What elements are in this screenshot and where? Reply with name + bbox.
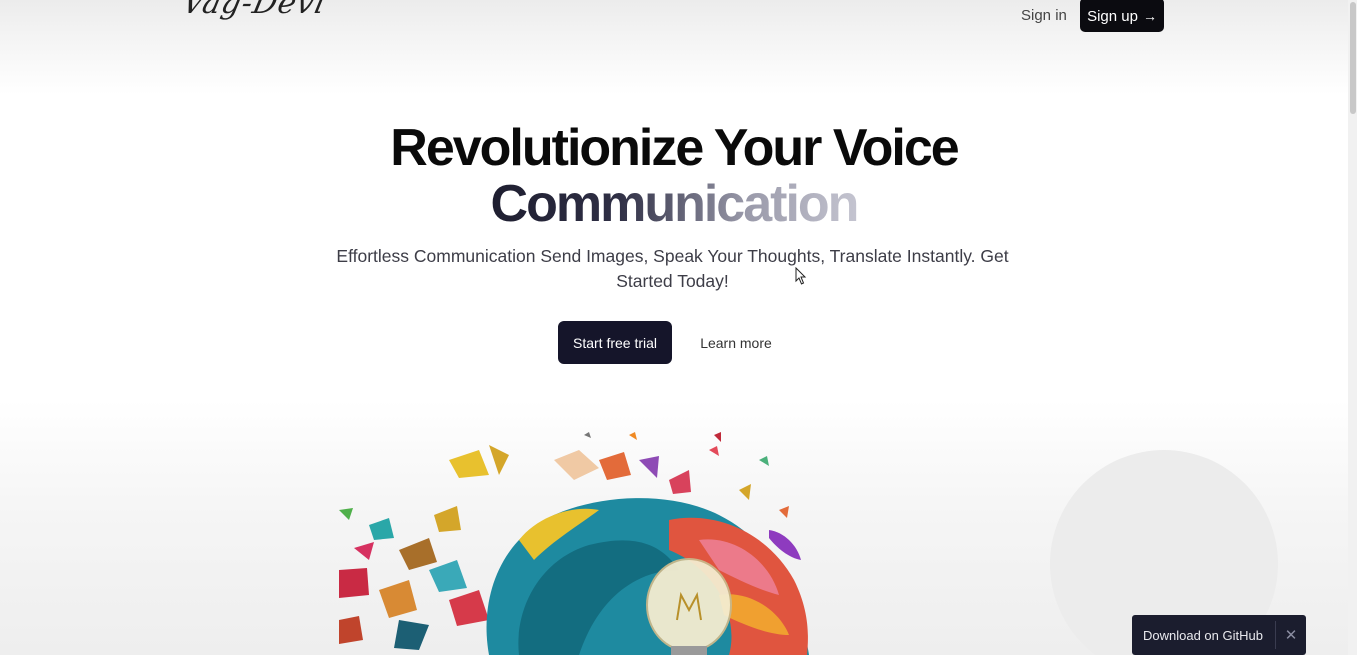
- fragment: [599, 452, 631, 480]
- fragment: [339, 508, 353, 520]
- fragment: [394, 620, 429, 650]
- fragment: [369, 518, 394, 540]
- sign-up-label: Sign up: [1087, 7, 1138, 25]
- mouse-cursor-icon: [795, 267, 807, 285]
- arrow-right-icon: →: [1142, 8, 1157, 24]
- start-free-trial-button[interactable]: Start free trial: [558, 321, 672, 364]
- landing-page: Vag-Devi Sign in Sign up → Revolutionize…: [0, 0, 1357, 655]
- hero-headline-gradient-word: Communication: [490, 175, 860, 233]
- fragment: [449, 450, 489, 478]
- fragment: [739, 484, 751, 500]
- fragment: [639, 456, 659, 478]
- hero-headline-highlight: Communication: [0, 176, 1348, 232]
- fragment: [629, 432, 637, 440]
- download-github-link[interactable]: Download on GitHub: [1132, 628, 1275, 643]
- fragment: [399, 538, 437, 570]
- fragment: [554, 450, 599, 480]
- fragment: [449, 590, 489, 626]
- fragment: [339, 568, 369, 598]
- close-icon[interactable]: ✕: [1276, 626, 1306, 644]
- hero-illustration: [339, 432, 809, 655]
- site-logo[interactable]: Vag-Devi: [179, 0, 329, 21]
- sign-in-link[interactable]: Sign in: [1021, 6, 1067, 26]
- fragment: [759, 456, 769, 466]
- fragment: [709, 446, 719, 456]
- learn-more-link[interactable]: Learn more: [688, 321, 784, 364]
- fragment: [354, 542, 374, 560]
- fragment: [379, 580, 417, 618]
- fragment: [714, 432, 721, 442]
- github-download-toast: Download on GitHub ✕: [1132, 615, 1306, 655]
- fragment: [779, 506, 789, 518]
- fragment: [434, 506, 461, 532]
- sign-up-button[interactable]: Sign up →: [1080, 0, 1164, 32]
- fragment: [489, 445, 509, 475]
- fragment: [584, 432, 591, 438]
- hero-subtitle: Effortless Communication Send Images, Sp…: [336, 246, 1009, 291]
- fragment: [339, 616, 363, 644]
- lightbulb: [646, 558, 732, 652]
- lightbulb-base: [671, 646, 707, 655]
- scrollbar-thumb[interactable]: [1350, 2, 1356, 114]
- hero-headline: Revolutionize Your Voice: [390, 119, 959, 177]
- fragment: [429, 560, 467, 592]
- fragment: [669, 470, 691, 494]
